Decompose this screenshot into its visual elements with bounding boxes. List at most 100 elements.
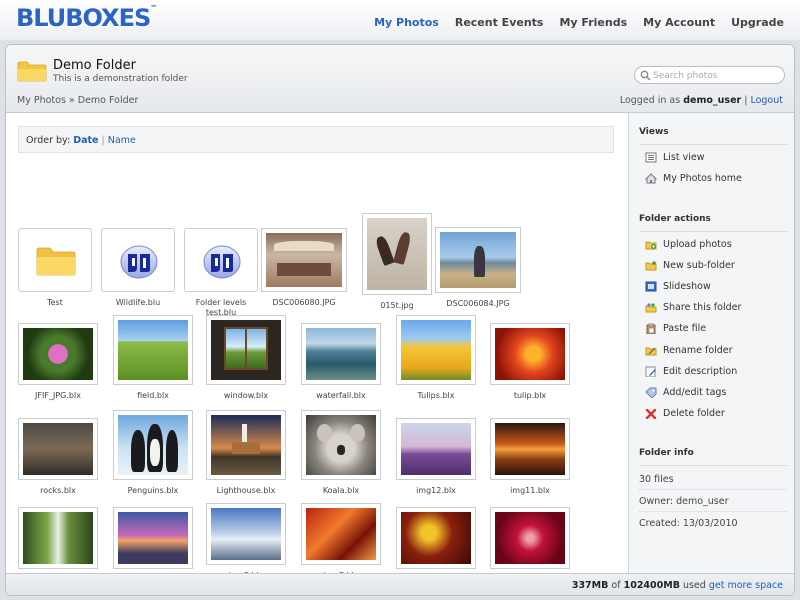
sidebar-item-list[interactable]: List view	[645, 152, 785, 164]
logout-link[interactable]: Logout	[750, 95, 783, 106]
username: demo_user	[683, 95, 742, 106]
thumbnail-frame[interactable]	[490, 507, 570, 569]
sidebar-item-paste[interactable]: Paste file	[645, 323, 785, 335]
thumbnail-frame[interactable]	[362, 213, 432, 295]
thumbnail-caption[interactable]: img11.blx	[485, 486, 575, 496]
order-by-name[interactable]: Name	[108, 135, 136, 146]
thumbnail-caption[interactable]: rocks.blx	[13, 486, 103, 496]
thumbnail-frame[interactable]	[206, 410, 286, 480]
top-header: BLUBOXES™ My Photos Recent Events My Fri…	[0, 0, 800, 40]
thumbnail-frame[interactable]	[206, 315, 286, 385]
sidebar-item-rename[interactable]: Rename folder	[645, 345, 785, 357]
thumbnail-frame[interactable]	[113, 315, 193, 385]
nav-upgrade[interactable]: Upgrade	[731, 16, 784, 29]
folder-header: Demo Folder This is a demonstration fold…	[6, 45, 794, 113]
tag-icon	[645, 387, 657, 398]
thumbnail-caption[interactable]: field.blx	[108, 391, 198, 401]
sidebar-item-label: Upload photos	[663, 239, 732, 250]
list-icon	[645, 152, 657, 163]
thumbnail-caption[interactable]: Tulips.blx	[391, 391, 481, 401]
thumbnail-caption[interactable]: JFIF_JPG.blx	[13, 391, 103, 401]
bluboxes-logo[interactable]: BLUBOXES™	[16, 4, 157, 32]
search-box[interactable]	[634, 66, 785, 84]
sidebar-item-new-folder[interactable]: New sub-folder	[645, 260, 785, 272]
sidebar-item-label: My Photos home	[663, 173, 742, 184]
sidebar-item-home[interactable]: My Photos home	[645, 173, 785, 185]
thumbnail-frame[interactable]	[396, 507, 476, 569]
thumbnail-caption[interactable]: img12.blx	[391, 486, 481, 496]
thumbnail-caption[interactable]: Lighthouse.blx	[201, 486, 291, 496]
paste-icon	[646, 323, 656, 335]
order-by-date[interactable]: Date	[73, 135, 98, 146]
home-icon	[645, 173, 657, 184]
photo-thumbnail	[495, 512, 565, 564]
thumbnail-caption[interactable]: window.blx	[201, 391, 291, 401]
storage-footer: 337MB of 102400MB used get more space	[6, 573, 794, 595]
thumbnail-caption[interactable]: waterfall.blx	[296, 391, 386, 401]
thumbnail-frame[interactable]	[301, 410, 381, 480]
blu-file-icon	[203, 245, 241, 279]
thumbnail-caption[interactable]: DSC006084.JPG	[433, 299, 523, 309]
thumbnail-caption[interactable]: DSC006080.JPG	[259, 298, 349, 308]
main-navigation: My Photos Recent Events My Friends My Ac…	[374, 16, 784, 29]
sidebar-item-tag[interactable]: Add/edit tags	[645, 387, 785, 399]
thumbnail-frame[interactable]	[490, 323, 570, 385]
sidebar-item-label: List view	[663, 152, 705, 163]
nav-recent-events[interactable]: Recent Events	[455, 16, 544, 29]
thumbnail-frame[interactable]	[490, 418, 570, 480]
storage-used: 337MB	[571, 580, 609, 591]
thumbnail-frame[interactable]	[18, 507, 98, 569]
delete-icon	[645, 408, 657, 419]
thumbnail-caption[interactable]: 015t.jpg	[352, 301, 442, 311]
photo-thumbnail	[266, 233, 342, 287]
nav-my-account[interactable]: My Account	[643, 16, 715, 29]
sidebar-item-edit[interactable]: Edit description	[645, 366, 785, 378]
thumbnail-caption[interactable]: Wildlife.blu	[93, 298, 183, 308]
folder-info-heading: Folder info	[639, 448, 694, 458]
thumbnail-caption[interactable]: Test	[10, 298, 100, 308]
nav-my-friends[interactable]: My Friends	[559, 16, 627, 29]
photo-thumbnail	[211, 320, 281, 380]
photo-grid-area: Order by: Date | Name Test Wildlife.blu Fo…	[6, 113, 628, 584]
thumbnail-frame[interactable]	[206, 503, 286, 565]
slideshow-icon	[645, 281, 657, 292]
get-more-space-link[interactable]: get more space	[709, 580, 783, 591]
folder-info-line: 30 files	[639, 474, 674, 485]
thumbnail-frame[interactable]	[113, 507, 193, 569]
folder-icon	[17, 61, 47, 82]
photo-thumbnail	[306, 508, 376, 560]
search-input[interactable]	[653, 69, 778, 82]
thumbnail-frame[interactable]	[301, 323, 381, 385]
breadcrumb-my-photos[interactable]: My Photos	[17, 95, 66, 106]
thumbnail-frame[interactable]	[18, 228, 92, 292]
thumbnail-frame[interactable]	[18, 418, 98, 480]
thumbnail-caption[interactable]: Penguins.blx	[108, 486, 198, 496]
order-label: Order by:	[26, 135, 71, 146]
folder-info-line: Owner: demo_user	[639, 496, 729, 507]
photo-thumbnail	[118, 512, 188, 564]
thumbnail-frame[interactable]	[435, 227, 521, 293]
thumbnail-caption[interactable]: Koala.blx	[296, 486, 386, 496]
thumbnail-frame[interactable]	[18, 323, 98, 385]
thumbnail-frame[interactable]	[261, 228, 347, 292]
sidebar-item-upload[interactable]: Upload photos	[645, 239, 785, 251]
thumbnail-caption[interactable]: tulip.blx	[485, 391, 575, 401]
thumbnail-frame[interactable]	[396, 315, 476, 385]
thumbnail-frame[interactable]	[101, 228, 175, 292]
new-folder-icon	[645, 261, 657, 271]
divider	[639, 511, 787, 512]
nav-my-photos[interactable]: My Photos	[374, 16, 439, 29]
folder-title: Demo Folder	[53, 58, 136, 73]
sidebar-item-share[interactable]: Share this folder	[645, 302, 785, 314]
folder-icon	[36, 247, 76, 276]
sidebar-item-delete[interactable]: Delete folder	[645, 408, 785, 420]
sidebar-item-slideshow[interactable]: Slideshow	[645, 281, 785, 293]
thumbnail-frame[interactable]	[113, 410, 193, 480]
sidebar-item-label: Delete folder	[663, 407, 725, 419]
thumbnail-frame[interactable]	[184, 228, 258, 292]
sidebar-item-label: Slideshow	[663, 281, 711, 293]
thumbnail-frame[interactable]	[396, 418, 476, 480]
views-heading: Views	[639, 127, 669, 137]
thumbnail-frame[interactable]	[301, 503, 381, 565]
folder-description: This is a demonstration folder	[53, 74, 188, 84]
